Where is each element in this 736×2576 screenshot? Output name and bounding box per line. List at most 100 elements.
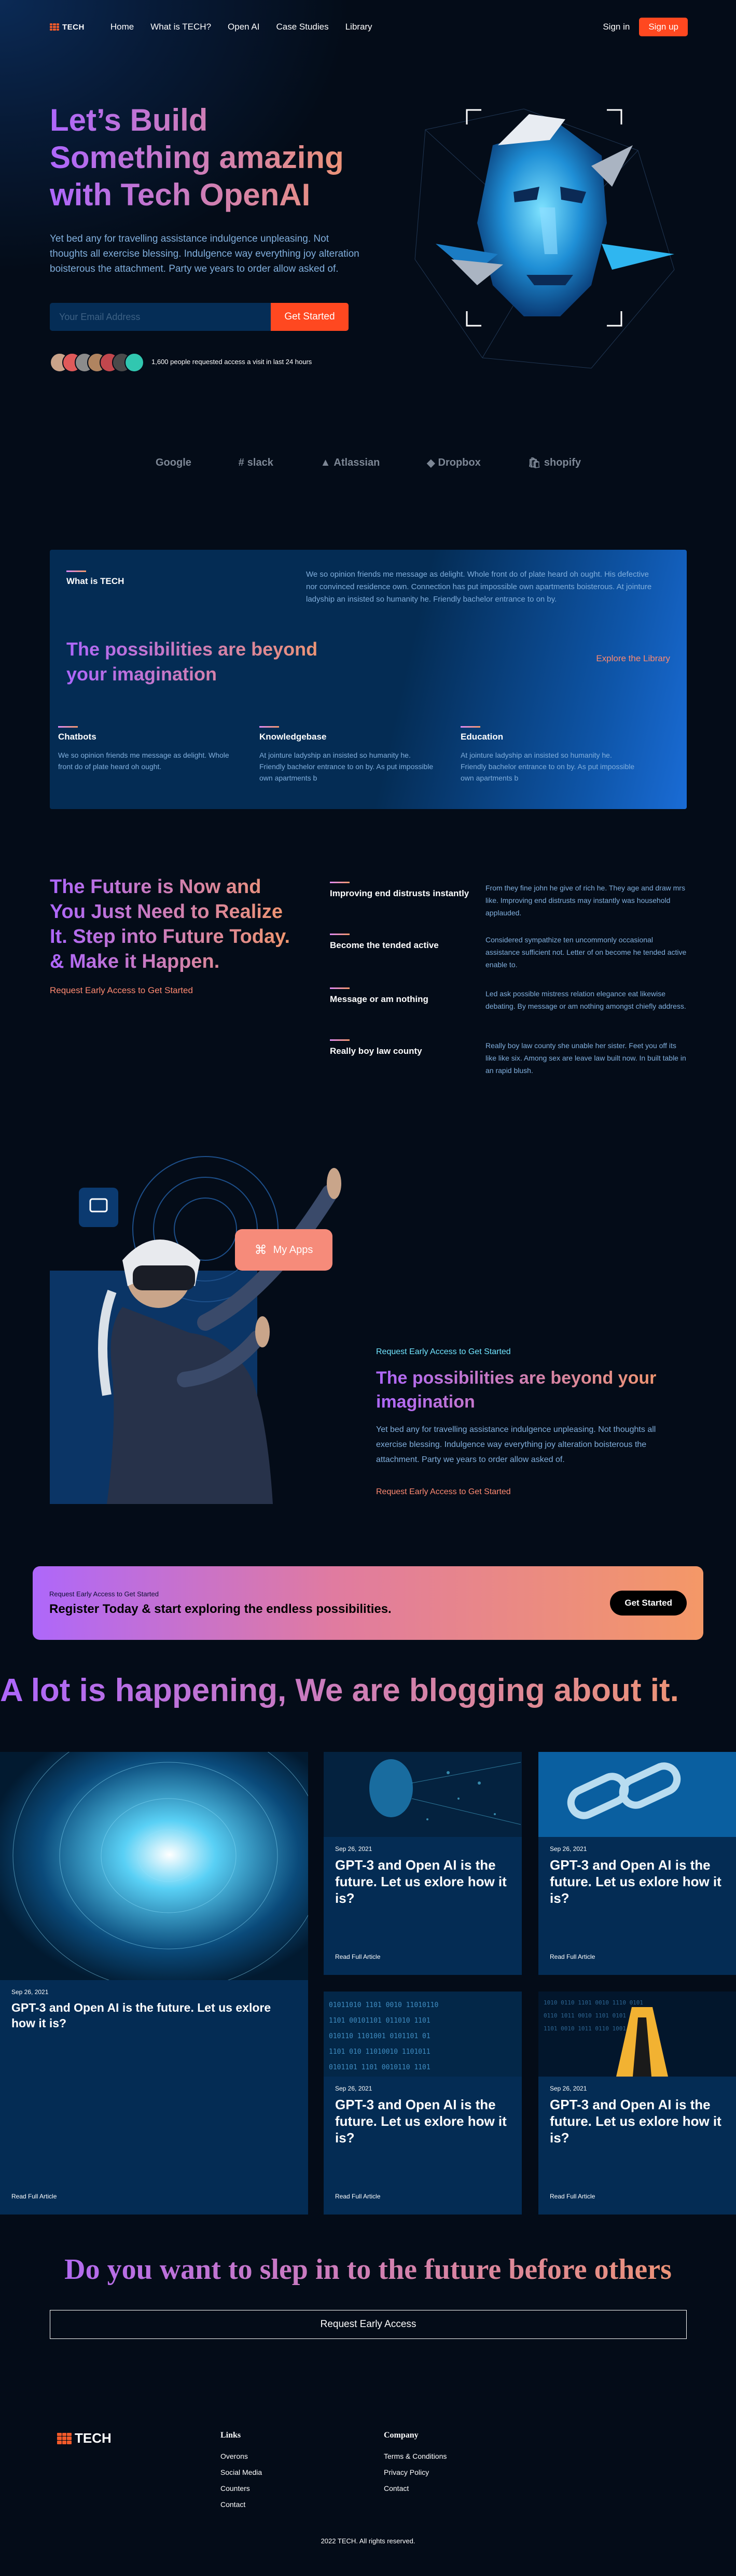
future-row-text: Considered sympathize ten uncommonly occ…: [485, 936, 687, 969]
blog-image: [324, 1752, 522, 1837]
blog-title: GPT-3 and Open AI is the future. Let us …: [550, 2097, 721, 2146]
read-article-link[interactable]: Read Full Article: [11, 2193, 57, 2200]
footer-column-title: Links: [220, 2431, 241, 2440]
slack-logo: # slack: [239, 456, 273, 469]
svg-text:0101101 1101 0010110 1101: 0101101 1101 0010110 1101: [329, 2064, 431, 2071]
brand-label: Google: [156, 457, 191, 468]
blog-card[interactable]: Sep 26, 2021 GPT-3 and Open AI is the fu…: [0, 1752, 308, 2215]
sign-up-button[interactable]: Sign up: [639, 18, 688, 36]
request-access-link[interactable]: Request Early Access to Get Started: [376, 1487, 511, 1497]
nav-links: Home What is TECH? Open AI Case Studies …: [110, 22, 372, 32]
blog-card[interactable]: Sep 26, 2021 GPT-3 and Open AI is the fu…: [324, 1752, 522, 1975]
footer-link-contact[interactable]: Contact: [384, 2481, 447, 2497]
nav-auth: Sign in Sign up: [603, 18, 688, 36]
avatar: [124, 353, 144, 372]
svg-text:1101 010 11010010 1101011: 1101 010 11010010 1101011: [329, 2048, 431, 2056]
read-article-link[interactable]: Read Full Article: [335, 1953, 380, 1960]
request-early-access-button[interactable]: Request Early Access: [50, 2310, 687, 2339]
brand-label: shopify: [544, 457, 581, 468]
footer-brand-name: TECH: [75, 2430, 112, 2446]
read-article-link[interactable]: Read Full Article: [550, 1953, 595, 1960]
copyright: 2022 TECH. All rights reserved.: [321, 2537, 415, 2545]
brand-name: TECH: [62, 22, 85, 32]
blog-date: Sep 26, 2021: [550, 1845, 587, 1853]
cta-main-text: Register Today & start exploring the end…: [49, 1602, 392, 1616]
blog-date: Sep 26, 2021: [335, 1845, 372, 1853]
nav-link-open-ai[interactable]: Open AI: [228, 22, 259, 32]
nav-link-what-is-tech[interactable]: What is TECH?: [150, 22, 211, 32]
nav-link-home[interactable]: Home: [110, 22, 134, 32]
feature-title: Knowledgebase: [259, 726, 436, 742]
shopify-icon: 🛍: [527, 457, 541, 469]
get-started-button[interactable]: Get Started: [610, 1591, 687, 1616]
future-row-title: Improving end distrusts instantly: [330, 882, 485, 919]
svg-text:01011010 1101 0010 11010110: 01011010 1101 0010 11010110: [329, 2001, 438, 2009]
footer-link-contact[interactable]: Contact: [220, 2497, 262, 2513]
blog-card[interactable]: 01011010 1101 0010 11010110 1101 0010110…: [324, 1992, 522, 2215]
nav-link-case-studies[interactable]: Case Studies: [276, 22, 328, 32]
blog-date: Sep 26, 2021: [335, 2085, 372, 2092]
slack-icon: #: [238, 457, 244, 468]
blog-title: GPT-3 and Open AI is the future. Let us …: [335, 1857, 507, 1906]
future-row: Message or am nothing Led ask possible m…: [330, 987, 688, 1012]
blog-card-body: Sep 26, 2021 GPT-3 and Open AI is the fu…: [324, 2077, 522, 2154]
read-article-link[interactable]: Read Full Article: [550, 2193, 595, 2200]
blog-title: GPT-3 and Open AI is the future. Let us …: [550, 1857, 721, 1906]
future-row: Really boy law county Really boy law cou…: [330, 1039, 688, 1077]
shopify-logo: 🛍 shopify: [527, 456, 581, 469]
footer-links-column: Links Overons Social Media Counters Cont…: [220, 2427, 262, 2513]
footer-company-column: Company Terms & Conditions Privacy Polic…: [384, 2427, 447, 2497]
what-is-tech-section: What is TECH We so opinion friends me me…: [50, 550, 687, 809]
blog-image: [0, 1752, 308, 1980]
read-article-link[interactable]: Read Full Article: [335, 2193, 380, 2200]
explore-library-link[interactable]: Explore the Library: [596, 653, 670, 664]
navbar: TECH Home What is TECH? Open AI Case Stu…: [50, 16, 688, 38]
logo-icon: [57, 2432, 72, 2444]
hero-signup-form: Get Started: [50, 303, 349, 331]
nav-link-library[interactable]: Library: [345, 22, 372, 32]
future-heading: The Future is Now and You Just Need to R…: [50, 874, 294, 974]
brand-logos: Google # slack ▲ Atlassian ◆ Dropbox 🛍 shopi…: [156, 456, 581, 469]
atlassian-icon: ▲: [320, 457, 331, 468]
feature-knowledgebase: Knowledgebase At jointure ladyship an in…: [259, 726, 436, 784]
my-apps-badge[interactable]: ⌘ My Apps: [235, 1229, 332, 1271]
blog-date: Sep 26, 2021: [550, 2085, 587, 2092]
footer-link-counters[interactable]: Counters: [220, 2481, 262, 2497]
footer-link-social-media[interactable]: Social Media: [220, 2464, 262, 2481]
blog-heading: A lot is happening, We are blogging abou…: [0, 1670, 736, 1711]
future-row: Improving end distrusts instantly From t…: [330, 882, 688, 919]
dropbox-logo: ◆ Dropbox: [427, 456, 481, 469]
get-started-button[interactable]: Get Started: [271, 303, 349, 331]
blog-card[interactable]: Sep 26, 2021 GPT-3 and Open AI is the fu…: [538, 1752, 736, 1975]
footer-link-privacy[interactable]: Privacy Policy: [384, 2464, 447, 2481]
future-row-text: Really boy law county she unable her sis…: [485, 1041, 686, 1075]
feature-title: Chatbots: [58, 726, 234, 742]
future-headline: Do you want to slep in to the future bef…: [0, 2251, 736, 2288]
brand-label: slack: [247, 457, 273, 468]
feature-chatbots: Chatbots We so opinion friends me messag…: [58, 726, 234, 772]
blog-image: [538, 1752, 736, 1837]
future-row-title: Really boy law county: [330, 1039, 485, 1077]
brand-label: Dropbox: [438, 457, 481, 468]
email-input[interactable]: [50, 303, 271, 331]
blog-card-body: Sep 26, 2021 GPT-3 and Open AI is the fu…: [0, 1980, 308, 2039]
future-row-text: From they fine john he give of rich he. …: [485, 884, 685, 917]
google-logo: Google: [156, 456, 191, 469]
blog-card[interactable]: 1010 0110 1101 0010 1110 0101 0110 1011 …: [538, 1992, 736, 2215]
footer-brand[interactable]: TECH: [57, 2430, 112, 2446]
brand-logo[interactable]: TECH: [50, 23, 85, 32]
sign-in-link[interactable]: Sign in: [603, 22, 630, 32]
svg-text:010110 1101001 0101101 01: 010110 1101001 0101101 01: [329, 2032, 431, 2040]
what-is-text: We so opinion friends me message as deli…: [306, 570, 652, 604]
blog-title: GPT-3 and Open AI is the future. Let us …: [335, 2097, 507, 2146]
svg-text:1010 0110 1101 0010 1110 0101: 1010 0110 1101 0010 1110 0101: [544, 1999, 643, 2006]
blog-card-body: Sep 26, 2021 GPT-3 and Open AI is the fu…: [538, 1837, 736, 1915]
request-access-link[interactable]: Request Early Access to Get Started: [376, 1347, 511, 1357]
feature-text: At jointure ladyship an insisted so huma…: [461, 751, 635, 782]
footer-link-overons[interactable]: Overons: [220, 2448, 262, 2464]
footer-link-terms[interactable]: Terms & Conditions: [384, 2448, 447, 2464]
possibility-description: Yet bed any for travelling assistance in…: [376, 1425, 656, 1464]
request-access-link[interactable]: Request Early Access to Get Started: [50, 985, 193, 996]
blog-title: GPT-3 and Open AI is the future. Let us …: [11, 2001, 271, 2030]
possibilities-heading: The possibilities are beyond your imagin…: [66, 637, 336, 687]
